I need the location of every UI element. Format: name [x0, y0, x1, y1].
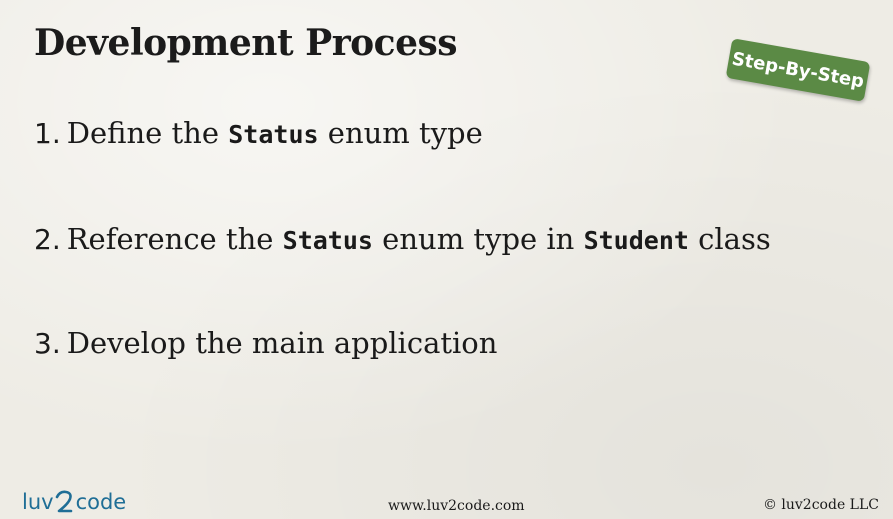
step-text: class — [688, 222, 771, 256]
logo-text-right: code — [75, 489, 127, 514]
footer-url: www.luv2code.com — [388, 498, 525, 514]
step-number: 3. — [34, 327, 61, 360]
step-text: enum type in — [372, 222, 584, 256]
slide-background: Development Process Step-By-Step 1. Defin… — [0, 0, 893, 519]
footer-copyright: © luv2code LLC — [762, 497, 879, 513]
step-text: enum type — [318, 116, 483, 150]
code-term-student: Student — [583, 226, 689, 255]
step-number: 1. — [34, 117, 61, 150]
step-text: Reference the — [66, 222, 283, 256]
step-text: Define the — [66, 116, 229, 150]
code-term-status: Status — [228, 120, 319, 149]
logo-2-mark-icon — [55, 490, 72, 513]
step-number: 2. — [34, 223, 61, 256]
slide-title: Development Process — [34, 22, 458, 64]
step-by-step-badge: Step-By-Step — [725, 38, 871, 102]
step-text: Develop the main application — [66, 326, 498, 360]
luv2code-logo: luv code — [22, 490, 126, 514]
logo-text-left: luv — [22, 489, 54, 514]
step-1: 1. Define the Status enum type — [34, 116, 483, 150]
code-term-status: Status — [282, 226, 373, 255]
step-3: 3. Develop the main application — [34, 326, 497, 360]
step-2: 2. Reference the Status enum type in Stud… — [34, 222, 771, 256]
